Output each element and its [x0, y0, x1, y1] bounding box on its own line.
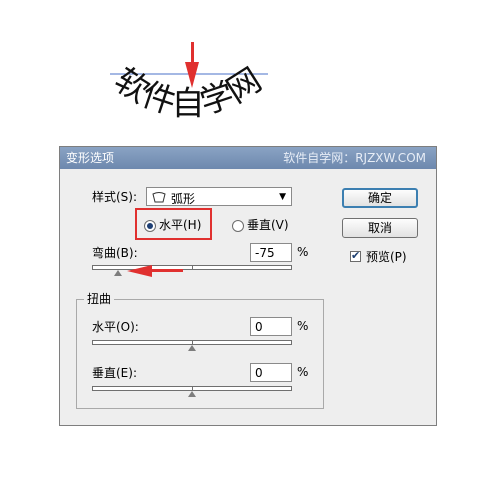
distortion-horizontal-value: 0 [255, 320, 263, 334]
distortion-group [76, 299, 324, 409]
radio-vertical[interactable] [232, 220, 244, 232]
dialog-title: 变形选项 [66, 151, 115, 165]
warped-text-preview: 软件自学网 [108, 42, 268, 123]
cancel-button[interactable]: 取消 [342, 218, 418, 238]
distortion-vertical-input[interactable]: 0 [250, 363, 292, 382]
distortion-horizontal-slider-thumb[interactable] [188, 345, 196, 351]
ok-button[interactable]: 确定 [342, 188, 418, 208]
distortion-horizontal-input[interactable]: 0 [250, 317, 292, 336]
checkmark-icon: ✔ [351, 249, 361, 262]
bend-label: 弯曲(B): [92, 246, 138, 260]
distortion-group-label: 扭曲 [84, 292, 115, 306]
bend-slider-thumb[interactable] [114, 270, 122, 276]
distortion-horizontal-label: 水平(O): [92, 320, 139, 334]
style-select[interactable]: 弧形 ▼ [146, 187, 292, 206]
radio-horizontal-label[interactable]: 水平(H) [159, 218, 201, 232]
chevron-down-icon[interactable]: ▼ [279, 192, 286, 202]
bend-unit: % [297, 245, 309, 259]
slider-center-tick [192, 265, 193, 270]
style-select-value: 弧形 [171, 192, 196, 206]
bend-slider-track[interactable] [92, 265, 292, 270]
warp-options-dialog: 变形选项 软件自学网：RJZXW.COM 样式(S): 弧形 ▼ 水平(H) 垂… [59, 146, 437, 426]
preview-checkbox[interactable]: ✔ [350, 249, 361, 262]
radio-horizontal[interactable] [144, 220, 156, 232]
bend-input[interactable]: -75 [250, 243, 292, 262]
distortion-vertical-label: 垂直(E): [92, 366, 137, 380]
radio-vertical-label[interactable]: 垂直(V) [247, 218, 289, 232]
distortion-horizontal-unit: % [297, 319, 309, 333]
preview-checkbox-label[interactable]: 预览(P) [366, 250, 407, 264]
distortion-vertical-unit: % [297, 365, 309, 379]
distortion-vertical-slider-thumb[interactable] [188, 391, 196, 397]
watermark-text: 软件自学网：RJZXW.COM [283, 151, 426, 165]
style-label: 样式(S): [92, 190, 138, 204]
bend-input-value: -75 [255, 246, 275, 260]
dialog-titlebar: 变形选项 软件自学网：RJZXW.COM [60, 147, 436, 169]
arc-shape-icon [152, 192, 166, 203]
down-arrow-annotation [185, 42, 199, 88]
distortion-vertical-value: 0 [255, 366, 263, 380]
